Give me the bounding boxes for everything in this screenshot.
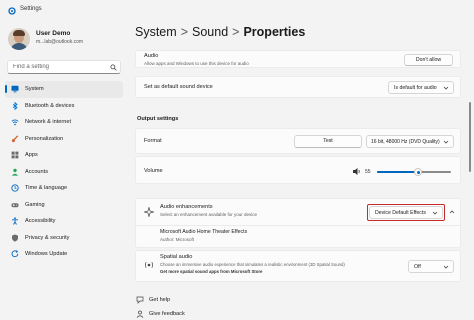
- settings-app-icon: [8, 7, 16, 15]
- chevron-down-icon: [443, 140, 449, 144]
- spatial-audio-title: Spatial audio: [160, 254, 193, 260]
- enhancement-effect-author: Author: Microsoft: [160, 237, 195, 242]
- search-icon[interactable]: [110, 64, 117, 71]
- brush-icon: [11, 134, 19, 142]
- sidebar-item-label: Privacy & security: [25, 234, 70, 241]
- enhancement-effect-name: Microsoft Audio Home Theater Effects: [160, 229, 248, 235]
- sidebar: User Demo m...lab@outlook.com System Blu…: [0, 22, 128, 320]
- shield-icon: [12, 234, 18, 242]
- speaker-icon[interactable]: [352, 167, 361, 176]
- sidebar-item-bluetooth[interactable]: Bluetooth & devices: [5, 98, 123, 115]
- sidebar-item-label: Windows Update: [25, 251, 68, 257]
- output-settings-heading: Output settings: [137, 116, 179, 122]
- sidebar-item-time-language[interactable]: Time & language: [5, 180, 123, 197]
- volume-value: 55: [365, 169, 371, 175]
- sidebar-item-label: Network & internet: [25, 119, 72, 125]
- get-help-link[interactable]: Get help: [149, 297, 170, 303]
- title-bar: Settings: [0, 0, 474, 22]
- chevron-down-icon: [443, 86, 449, 90]
- sidebar-item-windows-update[interactable]: Windows Update: [5, 246, 123, 263]
- test-button[interactable]: Test: [294, 135, 362, 148]
- format-dropdown[interactable]: 16 bit, 48000 Hz (DVD Quality): [366, 135, 454, 148]
- avatar[interactable]: [8, 28, 30, 50]
- sidebar-item-label: Gaming: [25, 201, 45, 208]
- sidebar-item-label: Personalization: [25, 135, 64, 142]
- audio-description: Allow apps and Windows to use this devic…: [144, 61, 249, 66]
- refresh-icon: [11, 250, 19, 258]
- scrollbar[interactable]: [469, 102, 471, 172]
- sidebar-item-accessibility[interactable]: Accessibility: [5, 213, 123, 230]
- main-content: System > Sound > Properties Audio Allow apps…: [128, 22, 474, 320]
- spatial-audio-value: Off: [414, 264, 421, 270]
- sidebar-item-label: Accessibility: [25, 218, 56, 224]
- page-title: Properties: [243, 25, 306, 39]
- audio-card: Audio Allow apps and Windows to use this…: [135, 50, 461, 68]
- help-icon: [136, 296, 144, 304]
- window-title: Settings: [20, 6, 42, 12]
- sidebar-item-label: Bluetooth & devices: [25, 102, 75, 109]
- breadcrumb-sound[interactable]: Sound: [192, 25, 228, 39]
- sidebar-item-privacy-security[interactable]: Privacy & security: [5, 230, 123, 247]
- give-feedback-link[interactable]: Give feedback: [149, 311, 185, 317]
- spatial-audio-description: Choose an immersive audio experience tha…: [160, 262, 345, 267]
- audio-title: Audio: [144, 53, 159, 59]
- volume-slider-fill: [377, 171, 418, 173]
- spatial-audio-card: Spatial audio Choose an immersive audio …: [135, 250, 461, 282]
- audio-enhancements-card: Audio enhancements Select an enhancement…: [135, 198, 461, 248]
- search-input[interactable]: [7, 60, 121, 74]
- sidebar-item-personalization[interactable]: Personalization: [5, 131, 123, 148]
- default-device-label: Set as default sound device: [144, 84, 213, 90]
- wifi-icon: [11, 119, 19, 126]
- volume-slider-thumb[interactable]: [413, 168, 422, 176]
- globe-clock-icon: [11, 184, 19, 192]
- breadcrumb-separator: >: [180, 25, 188, 39]
- active-indicator: [5, 85, 7, 93]
- sidebar-item-label: System: [25, 86, 44, 92]
- default-device-dropdown[interactable]: Is default for audio: [388, 81, 454, 94]
- breadcrumb-separator: >: [232, 25, 240, 39]
- format-value: 16 bit, 48000 Hz (DVD Quality): [371, 139, 440, 145]
- audio-enhancements-description: Select an enhancement available for your…: [160, 212, 258, 217]
- user-name: User Demo: [36, 30, 71, 37]
- default-device-value: Is default for audio: [394, 85, 437, 91]
- default-device-card: Set as default sound device Is default f…: [135, 76, 461, 98]
- volume-card: Volume 55: [135, 156, 461, 184]
- format-card: Format Test 16 bit, 48000 Hz (DVD Qualit…: [135, 128, 461, 154]
- gamepad-icon: [11, 202, 19, 207]
- spatial-audio-dropdown[interactable]: Off: [408, 260, 454, 273]
- format-label: Format: [144, 138, 162, 144]
- apps-icon: [11, 151, 19, 159]
- bluetooth-icon: [12, 101, 18, 110]
- chevron-up-icon[interactable]: [449, 209, 455, 215]
- breadcrumb-system[interactable]: System: [135, 25, 177, 39]
- breadcrumb: System > Sound > Properties: [135, 25, 305, 39]
- feedback-icon: [136, 310, 144, 318]
- spatial-audio-icon: [145, 262, 153, 268]
- sidebar-item-accounts[interactable]: Accounts: [5, 164, 123, 181]
- sparkle-icon: [144, 207, 154, 217]
- person-icon: [11, 168, 19, 176]
- highlight-box: [367, 204, 445, 221]
- monitor-icon: [11, 85, 19, 93]
- sidebar-item-label: Accounts: [25, 168, 49, 175]
- accessibility-icon: [12, 217, 18, 225]
- user-email: m...lab@outlook.com: [36, 39, 84, 45]
- sidebar-item-label: Time & language: [25, 185, 68, 191]
- sidebar-nav: System Bluetooth & devices Network & int…: [5, 81, 123, 263]
- chevron-down-icon: [443, 265, 449, 269]
- sidebar-item-apps[interactable]: Apps: [5, 147, 123, 164]
- volume-label: Volume: [144, 168, 163, 174]
- sidebar-item-network[interactable]: Network & internet: [5, 114, 123, 131]
- volume-slider[interactable]: [377, 168, 451, 176]
- divider: [136, 225, 460, 226]
- sidebar-item-gaming[interactable]: Gaming: [5, 197, 123, 214]
- audio-enhancements-title: Audio enhancements: [160, 204, 213, 210]
- microsoft-store-link[interactable]: Get more spatial sound apps from Microso…: [160, 269, 262, 274]
- sidebar-item-system[interactable]: System: [5, 81, 123, 98]
- dont-allow-button[interactable]: Don't allow: [404, 54, 453, 66]
- sidebar-item-label: Apps: [25, 152, 38, 158]
